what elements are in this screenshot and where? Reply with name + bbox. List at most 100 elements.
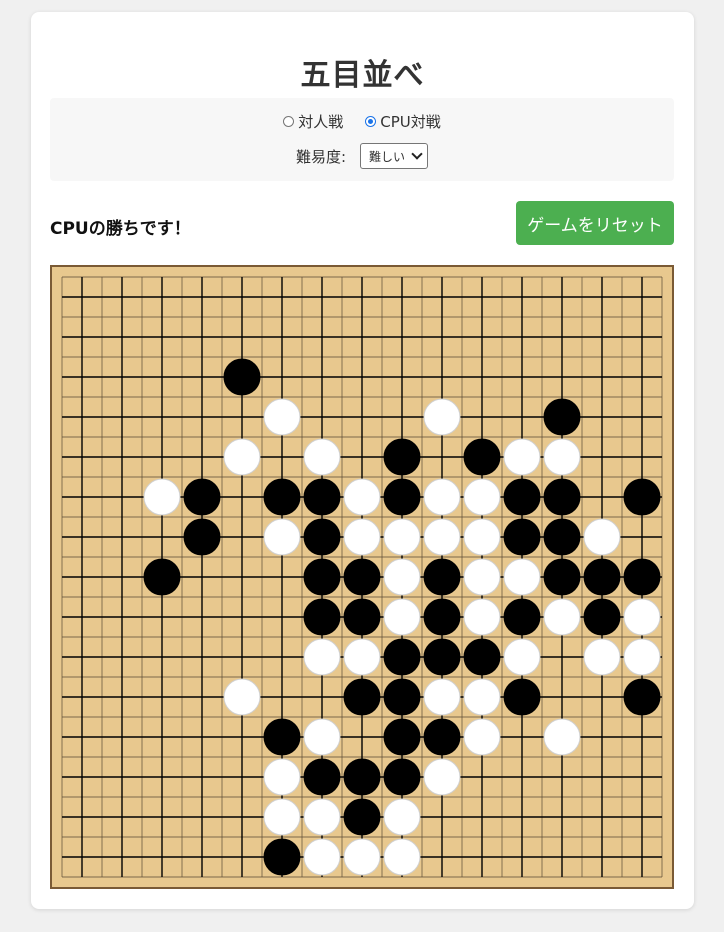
white-stone — [383, 838, 421, 876]
black-stone — [263, 838, 301, 876]
black-stone — [383, 718, 421, 756]
black-stone — [623, 558, 661, 596]
white-stone — [343, 518, 381, 556]
black-stone — [463, 438, 501, 476]
white-stone — [503, 558, 541, 596]
white-stone — [383, 598, 421, 636]
white-stone — [303, 718, 341, 756]
game-board[interactable] — [50, 265, 674, 889]
black-stone — [543, 558, 581, 596]
black-stone — [303, 478, 341, 516]
white-stone — [303, 638, 341, 676]
black-stone — [183, 518, 221, 556]
white-stone — [463, 598, 501, 636]
white-stone — [263, 398, 301, 436]
black-stone — [503, 598, 541, 636]
white-stone — [543, 438, 581, 476]
white-stone — [463, 478, 501, 516]
white-stone — [423, 678, 461, 716]
white-stone — [463, 678, 501, 716]
white-stone — [303, 838, 341, 876]
black-stone — [343, 678, 381, 716]
black-stone — [423, 638, 461, 676]
white-stone — [423, 398, 461, 436]
black-stone — [263, 478, 301, 516]
black-stone — [303, 518, 341, 556]
white-stone — [463, 558, 501, 596]
black-stone — [503, 518, 541, 556]
white-stone — [263, 758, 301, 796]
white-stone — [423, 758, 461, 796]
black-stone — [623, 678, 661, 716]
white-stone — [343, 638, 381, 676]
white-stone — [383, 518, 421, 556]
black-stone — [583, 558, 621, 596]
white-stone — [223, 438, 261, 476]
difficulty-selected-value: 難しい — [369, 149, 406, 164]
black-stone — [303, 558, 341, 596]
white-stone — [423, 478, 461, 516]
black-stone — [463, 638, 501, 676]
white-stone — [343, 478, 381, 516]
black-stone — [303, 758, 341, 796]
chevron-down-icon — [411, 148, 423, 160]
black-stone — [343, 758, 381, 796]
white-stone — [543, 598, 581, 636]
black-stone — [423, 718, 461, 756]
white-stone — [463, 718, 501, 756]
white-stone — [383, 798, 421, 836]
mode-option-label: CPU対戦 — [380, 112, 441, 131]
black-stone — [423, 598, 461, 636]
black-stone — [503, 678, 541, 716]
black-stone — [223, 358, 261, 396]
mode-option-label: 対人戦 — [298, 112, 344, 131]
black-stone — [543, 478, 581, 516]
black-stone — [543, 398, 581, 436]
game-card: 五目並べ 対人戦 CPU対戦 難易度: 難しい CPUの勝ちです！ ゲームをリセ… — [31, 12, 694, 909]
board-grid[interactable] — [52, 267, 672, 887]
white-stone — [543, 718, 581, 756]
page-title: 五目並べ — [300, 58, 425, 93]
difficulty-label: 難易度: — [295, 147, 347, 166]
black-stone — [343, 558, 381, 596]
black-stone — [343, 798, 381, 836]
white-stone — [623, 598, 661, 636]
game-status: CPUの勝ちです！ — [50, 219, 191, 239]
black-stone — [383, 638, 421, 676]
black-stone — [263, 718, 301, 756]
options-panel: 対人戦 CPU対戦 難易度: 難しい — [50, 98, 674, 181]
white-stone — [263, 518, 301, 556]
black-stone — [383, 478, 421, 516]
mode-option-pvp[interactable]: 対人戦 — [283, 111, 343, 132]
black-stone — [383, 758, 421, 796]
white-stone — [303, 438, 341, 476]
white-stone — [263, 798, 301, 836]
white-stone — [623, 638, 661, 676]
white-stone — [223, 678, 261, 716]
white-stone — [303, 798, 341, 836]
black-stone — [583, 598, 621, 636]
white-stone — [383, 558, 421, 596]
difficulty-select[interactable]: 難しい — [360, 143, 429, 169]
black-stone — [543, 518, 581, 556]
black-stone — [183, 478, 221, 516]
white-stone — [343, 838, 381, 876]
black-stone — [383, 678, 421, 716]
mode-selector: 対人戦 CPU対戦 — [50, 110, 674, 132]
difficulty-row: 難易度: 難しい — [50, 142, 674, 170]
white-stone — [583, 518, 621, 556]
mode-option-cpu[interactable]: CPU対戦 — [365, 111, 441, 132]
black-stone — [343, 598, 381, 636]
white-stone — [423, 518, 461, 556]
black-stone — [503, 478, 541, 516]
reset-button[interactable]: ゲームをリセット — [516, 201, 674, 245]
white-stone — [463, 518, 501, 556]
white-stone — [503, 438, 541, 476]
white-stone — [583, 638, 621, 676]
black-stone — [143, 558, 181, 596]
radio-button[interactable] — [283, 115, 295, 127]
radio-button[interactable] — [365, 115, 377, 127]
black-stone — [383, 438, 421, 476]
white-stone — [143, 478, 181, 516]
black-stone — [303, 598, 341, 636]
